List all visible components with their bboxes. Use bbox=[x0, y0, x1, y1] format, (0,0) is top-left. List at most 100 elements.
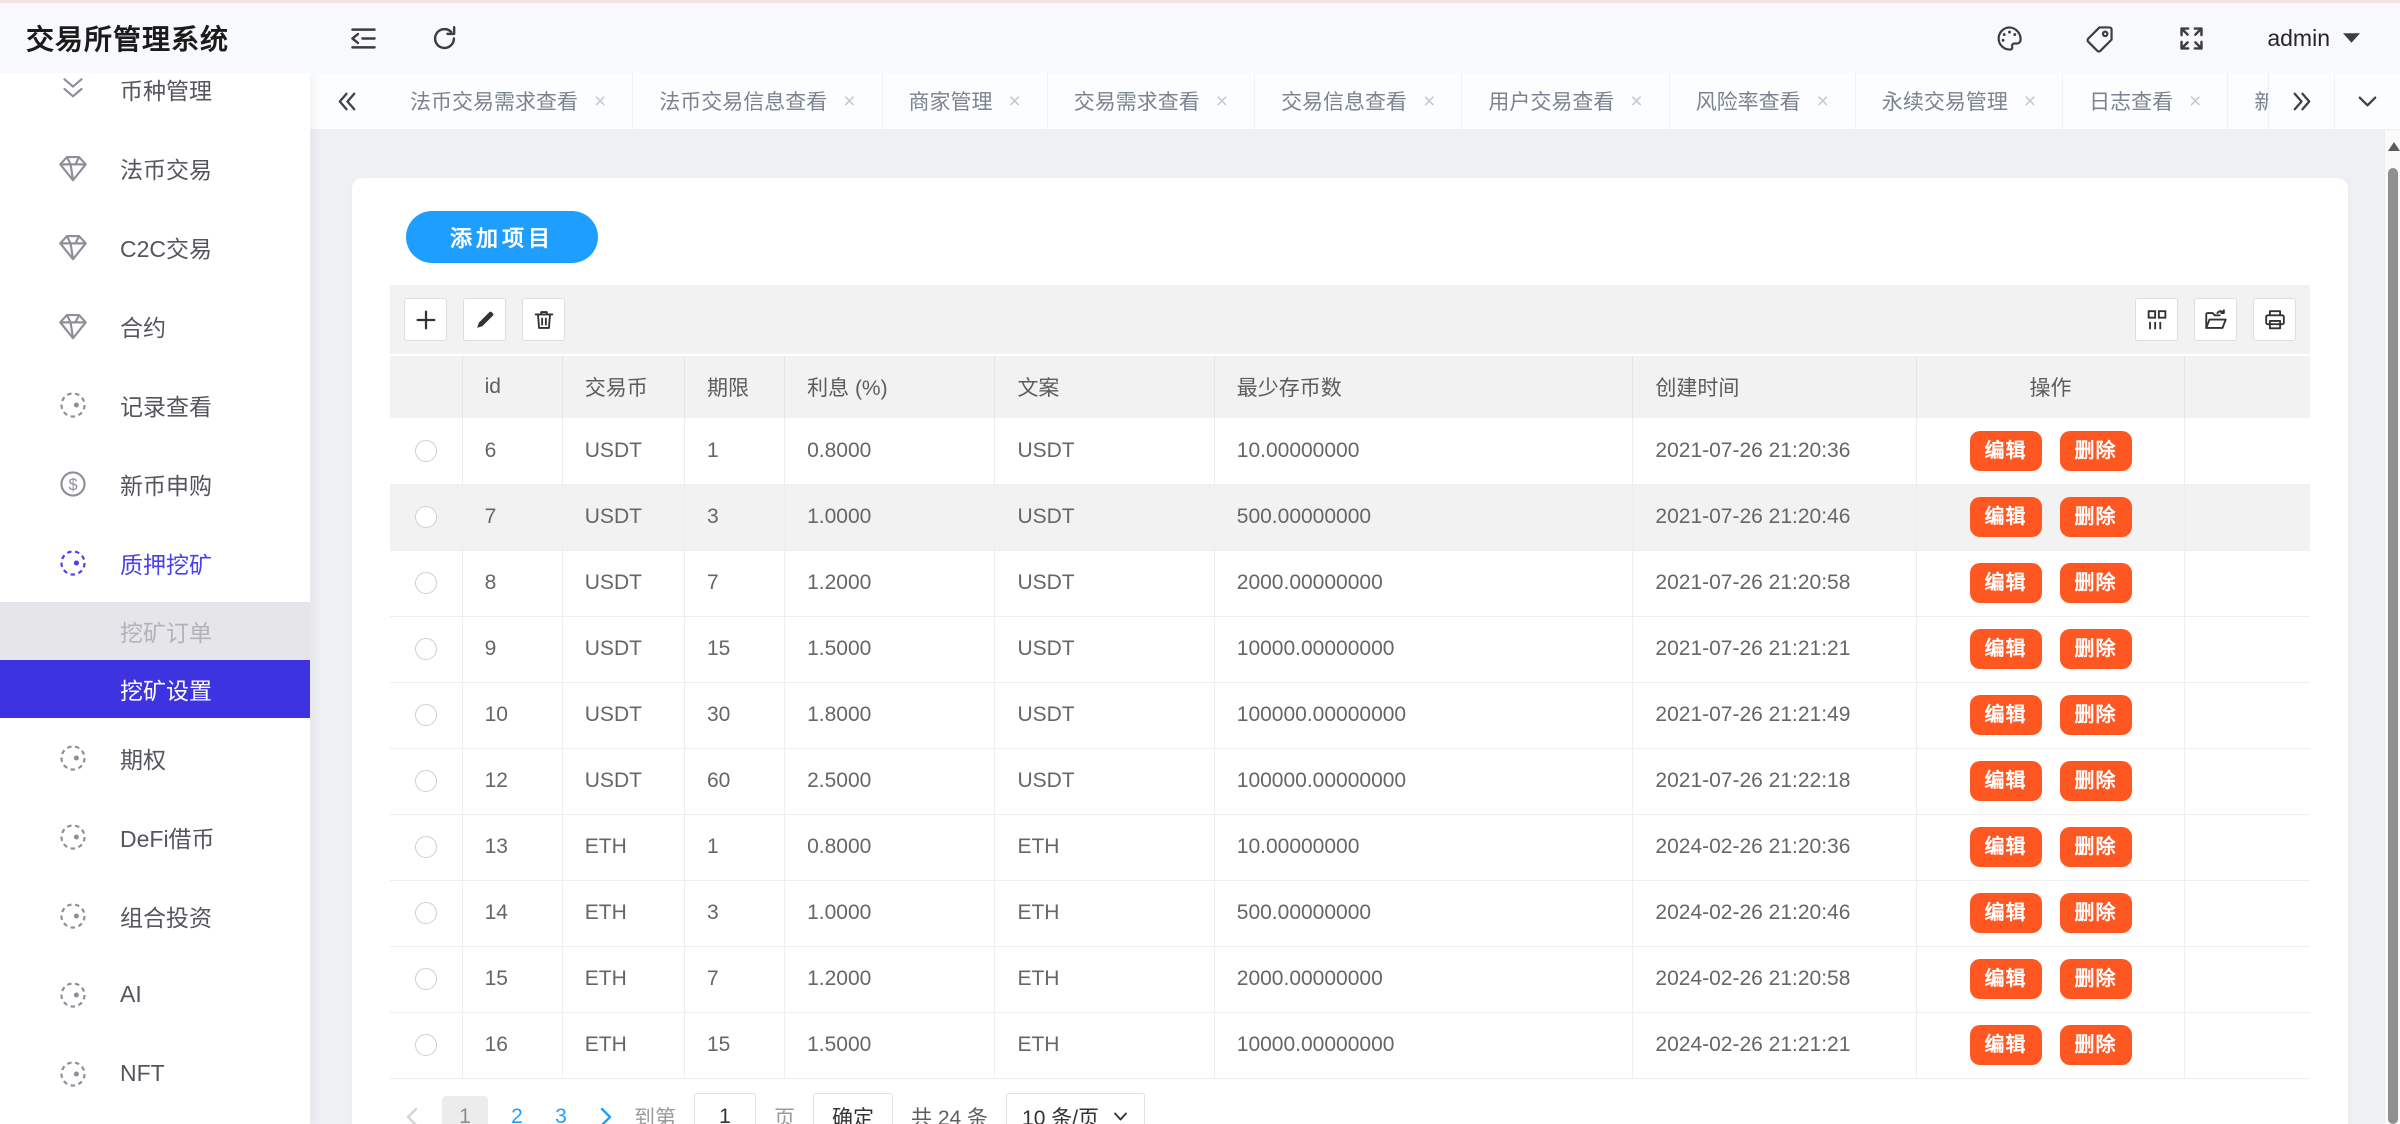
sidebar-item-staking-mining[interactable]: 质押挖矿 bbox=[0, 523, 310, 602]
cell-interest: 0.8000 bbox=[785, 418, 995, 484]
export-icon[interactable] bbox=[2194, 298, 2237, 341]
edit-button[interactable]: 编辑 bbox=[1970, 563, 2042, 603]
actions-cell: 编辑删除 bbox=[1916, 814, 2184, 880]
page-number-2[interactable]: 2 bbox=[502, 1105, 532, 1124]
edit-button[interactable]: 编辑 bbox=[1970, 629, 2042, 669]
row-radio-button[interactable] bbox=[415, 572, 437, 594]
sidebar-item-options[interactable]: 期权 bbox=[0, 718, 310, 797]
delete-button[interactable]: 删除 bbox=[2060, 563, 2132, 603]
sidebar-item-new-coin[interactable]: $新币申购 bbox=[0, 444, 310, 523]
tab-trade-demand-view[interactable]: 交易需求查看× bbox=[1048, 73, 1255, 129]
columns-icon[interactable] bbox=[2135, 298, 2178, 341]
tab-fiat-info-view[interactable]: 法币交易信息查看× bbox=[633, 73, 882, 129]
edit-button[interactable]: 编辑 bbox=[1970, 431, 2042, 471]
delete-button[interactable]: 删除 bbox=[2060, 959, 2132, 999]
tab-fiat-demand-view[interactable]: 法币交易需求查看× bbox=[384, 73, 633, 129]
tabs-scroll-left-icon[interactable] bbox=[310, 73, 384, 129]
sidebar-subitem-mining-settings[interactable]: 挖矿设置 bbox=[0, 660, 310, 718]
next-page-icon[interactable] bbox=[594, 1106, 616, 1124]
row-radio-button[interactable] bbox=[415, 704, 437, 726]
tab-perpetual-manage[interactable]: 永续交易管理 × bbox=[1856, 73, 2063, 129]
print-icon[interactable] bbox=[2253, 298, 2296, 341]
confirm-button[interactable]: 确定 bbox=[813, 1093, 893, 1124]
tab-new-coin-subscribe[interactable]: 新币申购× bbox=[2228, 73, 2268, 129]
delete-button[interactable]: 删除 bbox=[2060, 695, 2132, 735]
sidebar-item-coin-manage[interactable]: 币种管理 bbox=[0, 73, 310, 128]
tab-log-view[interactable]: 日志查看× bbox=[2063, 73, 2228, 129]
tab-close-icon[interactable]: × bbox=[2189, 91, 2201, 112]
tab-close-icon[interactable]: × bbox=[1009, 91, 1021, 112]
tab-close-icon[interactable]: × bbox=[1423, 91, 1435, 112]
cell-term: 3 bbox=[684, 880, 784, 946]
collapse-sidebar-icon[interactable] bbox=[348, 23, 379, 54]
add-row-icon[interactable] bbox=[404, 298, 447, 341]
edit-button[interactable]: 编辑 bbox=[1970, 1025, 2042, 1065]
prev-page-icon[interactable] bbox=[402, 1106, 424, 1124]
cell-created: 2021-07-26 21:20:36 bbox=[1633, 418, 1916, 484]
row-radio-button[interactable] bbox=[415, 440, 437, 462]
tab-risk-rate-view[interactable]: 风险率查看× bbox=[1670, 73, 1856, 129]
admin-menu[interactable]: admin bbox=[2267, 25, 2360, 52]
scrollbar-up-arrow[interactable] bbox=[2388, 142, 2400, 151]
edit-row-icon[interactable] bbox=[463, 298, 506, 341]
refresh-icon[interactable] bbox=[429, 23, 460, 54]
sidebar-item-c2c-trade[interactable]: C2C交易 bbox=[0, 207, 310, 286]
delete-button[interactable]: 删除 bbox=[2060, 431, 2132, 471]
delete-row-icon[interactable] bbox=[522, 298, 565, 341]
delete-button[interactable]: 删除 bbox=[2060, 893, 2132, 933]
sidebar-item-portfolio[interactable]: 组合投资 bbox=[0, 876, 310, 955]
table-row: 16ETH151.5000ETH10000.000000002024-02-26… bbox=[390, 1012, 2310, 1078]
sidebar-item-fiat-trade[interactable]: 法币交易 bbox=[0, 128, 310, 207]
sidebar-item-contract[interactable]: 合约 bbox=[0, 286, 310, 365]
edit-button[interactable]: 编辑 bbox=[1970, 893, 2042, 933]
row-radio-button[interactable] bbox=[415, 638, 437, 660]
sidebar-item-defi-lending[interactable]: DeFi借币 bbox=[0, 797, 310, 876]
row-radio-button[interactable] bbox=[415, 506, 437, 528]
cell-id: 9 bbox=[462, 616, 562, 682]
goto-page-input[interactable] bbox=[694, 1093, 756, 1124]
sidebar-item-nft[interactable]: NFT bbox=[0, 1034, 310, 1113]
tab-close-icon[interactable]: × bbox=[1630, 91, 1642, 112]
tab-label: 永续交易管理 bbox=[1882, 86, 2008, 116]
scrollbar-thumb[interactable] bbox=[2388, 168, 2398, 1124]
tag-icon[interactable] bbox=[2085, 23, 2116, 54]
edit-button[interactable]: 编辑 bbox=[1970, 959, 2042, 999]
sidebar-subitem-mining-orders[interactable]: 挖矿订单 bbox=[0, 602, 310, 660]
tab-close-icon[interactable]: × bbox=[1817, 91, 1829, 112]
tab-close-icon[interactable]: × bbox=[843, 91, 855, 112]
tab-close-icon[interactable]: × bbox=[1216, 91, 1228, 112]
sidebar-item-ai[interactable]: AI bbox=[0, 955, 310, 1034]
goto-label: 到第 bbox=[634, 1102, 676, 1124]
edit-button[interactable]: 编辑 bbox=[1970, 695, 2042, 735]
row-radio-button[interactable] bbox=[415, 902, 437, 924]
add-project-button[interactable]: 添加项目 bbox=[406, 211, 598, 263]
delete-button[interactable]: 删除 bbox=[2060, 497, 2132, 537]
sidebar-item-record-view[interactable]: 记录查看 bbox=[0, 365, 310, 444]
row-radio-button[interactable] bbox=[415, 968, 437, 990]
tab-merchant-manage[interactable]: 商家管理× bbox=[883, 73, 1048, 129]
fullscreen-icon[interactable] bbox=[2176, 23, 2207, 54]
tab-close-icon[interactable]: × bbox=[594, 91, 606, 112]
cell-min: 10000.00000000 bbox=[1214, 1012, 1633, 1078]
edit-button[interactable]: 编辑 bbox=[1970, 827, 2042, 867]
row-radio-button[interactable] bbox=[415, 1034, 437, 1056]
sidebar-item-label: 新币申购 bbox=[120, 467, 212, 501]
delete-button[interactable]: 删除 bbox=[2060, 761, 2132, 801]
page-size-select[interactable]: 10 条/页 bbox=[1006, 1093, 1145, 1124]
tab-trade-info-view[interactable]: 交易信息查看× bbox=[1255, 73, 1462, 129]
row-radio-button[interactable] bbox=[415, 836, 437, 858]
delete-button[interactable]: 删除 bbox=[2060, 629, 2132, 669]
tab-close-icon[interactable]: × bbox=[2024, 91, 2036, 112]
delete-button[interactable]: 删除 bbox=[2060, 827, 2132, 867]
tabs-menu-icon[interactable] bbox=[2334, 73, 2400, 129]
tabs-scroll-right-icon[interactable] bbox=[2268, 73, 2334, 129]
vertical-scrollbar[interactable] bbox=[2384, 130, 2400, 1124]
page-number-3[interactable]: 3 bbox=[546, 1105, 576, 1124]
table-row: 15ETH71.2000ETH2000.000000002024-02-26 2… bbox=[390, 946, 2310, 1012]
tab-user-trade-view[interactable]: 用户交易查看× bbox=[1462, 73, 1669, 129]
edit-button[interactable]: 编辑 bbox=[1970, 761, 2042, 801]
delete-button[interactable]: 删除 bbox=[2060, 1025, 2132, 1065]
theme-palette-icon[interactable] bbox=[1994, 23, 2025, 54]
edit-button[interactable]: 编辑 bbox=[1970, 497, 2042, 537]
row-radio-button[interactable] bbox=[415, 770, 437, 792]
